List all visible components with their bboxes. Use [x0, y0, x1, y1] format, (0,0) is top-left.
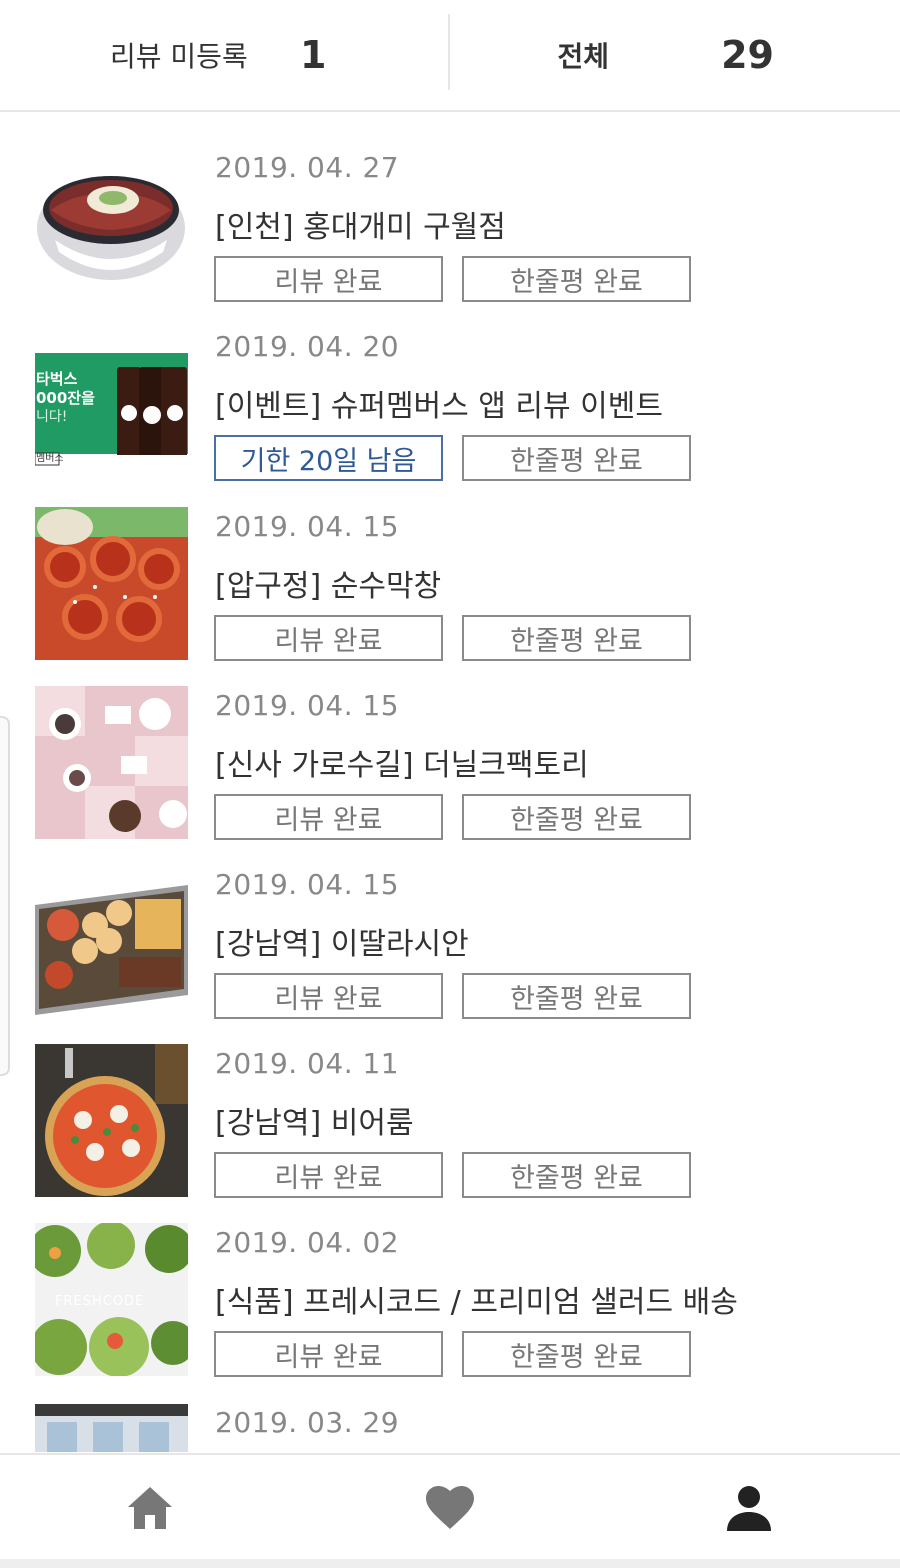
item-thumbnail [35, 1404, 188, 1452]
review-status-button[interactable]: 리뷰 완료 [214, 615, 443, 661]
total-count: 29 [721, 33, 774, 77]
item-title[interactable]: [이벤트] 슈퍼멤버스 앱 리뷰 이벤트 [215, 381, 663, 425]
review-status-button[interactable]: 리뷰 완료 [214, 256, 443, 302]
list-item[interactable]: 2019. 04. 15 [강남역] 이딸라시안 리뷰 완료 한줄평 완료 [0, 865, 900, 1045]
item-thumbnail: 타벅스 000잔을 니다! 멤버스 [35, 327, 188, 480]
oneline-status-button[interactable]: 한줄평 완료 [462, 435, 691, 481]
nav-favorites-button[interactable] [425, 1483, 475, 1533]
oneline-status-button[interactable]: 한줄평 완료 [462, 794, 691, 840]
thumb-text: 멤버스 [36, 453, 64, 464]
review-status-button[interactable]: 리뷰 완료 [214, 1152, 443, 1198]
list-item[interactable]: FRESHCODE 2019. 04. 02 [식품] 프레시코드 / 프리미엄… [0, 1223, 900, 1403]
item-thumbnail [35, 686, 188, 839]
oneline-status-button[interactable]: 한줄평 완료 [462, 1331, 691, 1377]
item-date: 2019. 04. 11 [215, 1047, 400, 1080]
item-date: 2019. 04. 27 [215, 151, 400, 184]
item-thumbnail [35, 1044, 188, 1197]
person-icon [727, 1486, 771, 1531]
review-status-button[interactable]: 리뷰 완료 [214, 1331, 443, 1377]
side-drawer-handle[interactable] [0, 716, 10, 1076]
list-item[interactable]: 타벅스 000잔을 니다! 멤버스 2019. 04. 20 [이벤트] 슈퍼멤… [0, 327, 900, 507]
list-item[interactable]: 2019. 04. 27 [인천] 홍대개미 구월점 리뷰 완료 한줄평 완료 [0, 148, 900, 328]
oneline-status-button[interactable]: 한줄평 완료 [462, 973, 691, 1019]
bottom-edge [0, 1559, 900, 1568]
oneline-status-button[interactable]: 한줄평 완료 [462, 1152, 691, 1198]
list-item[interactable]: 2019. 04. 11 [강남역] 비어룸 리뷰 완료 한줄평 완료 [0, 1044, 900, 1224]
item-date: 2019. 04. 15 [215, 510, 400, 543]
item-title[interactable]: [강남역] 이딸라시안 [215, 919, 469, 963]
total-label: 전체 [557, 40, 610, 73]
item-thumbnail: FRESHCODE [35, 1223, 188, 1376]
review-summary-bar: 리뷰 미등록 1 전체 29 [0, 0, 900, 112]
item-date: 2019. 04. 20 [215, 330, 400, 363]
unregistered-label: 리뷰 미등록 [110, 40, 248, 73]
thumb-text: 니다! [36, 409, 68, 425]
nav-profile-button[interactable] [724, 1483, 774, 1533]
unregistered-summary[interactable]: 리뷰 미등록 1 [0, 0, 453, 110]
heart-icon [426, 1486, 474, 1529]
item-thumbnail [35, 865, 188, 1018]
thumb-text: 타벅스 [36, 370, 78, 388]
oneline-status-button[interactable]: 한줄평 완료 [462, 256, 691, 302]
item-title[interactable]: [식품] 프레시코드 / 프리미엄 샐러드 배송 [215, 1277, 738, 1321]
review-status-button[interactable]: 리뷰 완료 [214, 973, 443, 1019]
thumb-text: FRESHCODE [55, 1294, 145, 1309]
item-date: 2019. 03. 29 [215, 1406, 400, 1439]
summary-divider [448, 14, 450, 90]
item-title[interactable]: [강남역] 비어룸 [215, 1098, 414, 1142]
oneline-status-button[interactable]: 한줄평 완료 [462, 615, 691, 661]
nav-home-button[interactable] [125, 1483, 175, 1533]
list-item[interactable]: 2019. 04. 15 [신사 가로수길] 더닐크팩토리 리뷰 완료 한줄평 … [0, 686, 900, 866]
item-thumbnail [35, 148, 188, 301]
total-summary[interactable]: 전체 29 [453, 0, 900, 110]
item-date: 2019. 04. 15 [215, 868, 400, 901]
item-date: 2019. 04. 15 [215, 689, 400, 722]
bottom-navigation [0, 1453, 900, 1559]
unregistered-count: 1 [300, 33, 327, 77]
review-status-button[interactable]: 리뷰 완료 [214, 794, 443, 840]
list-item[interactable]: 2019. 03. 29 [0, 1404, 900, 1452]
item-thumbnail [35, 507, 188, 660]
deadline-status-button[interactable]: 기한 20일 남음 [214, 435, 443, 481]
list-item[interactable]: 2019. 04. 15 [압구정] 순수막창 리뷰 완료 한줄평 완료 [0, 507, 900, 687]
home-icon [128, 1487, 172, 1529]
review-list[interactable]: 2019. 04. 27 [인천] 홍대개미 구월점 리뷰 완료 한줄평 완료 … [0, 112, 900, 1452]
thumb-text: 000잔을 [36, 389, 95, 407]
item-title[interactable]: [신사 가로수길] 더닐크팩토리 [215, 740, 589, 784]
item-title[interactable]: [압구정] 순수막창 [215, 561, 441, 605]
item-date: 2019. 04. 02 [215, 1226, 400, 1259]
item-title[interactable]: [인천] 홍대개미 구월점 [215, 202, 506, 246]
